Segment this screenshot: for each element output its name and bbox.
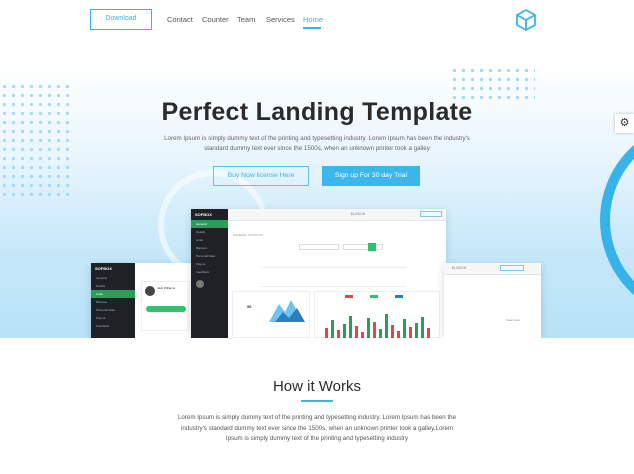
nav-active-indicator (303, 27, 321, 29)
avatar (145, 286, 155, 296)
mockup-bar (361, 332, 364, 338)
mockup-bar (403, 319, 406, 338)
mockup-bar (415, 323, 418, 338)
hero-subtitle-line2: standard dummy text ever since the 1500s… (204, 145, 430, 152)
mockup-menu-item: Personal Data (196, 254, 216, 258)
hero-title: Perfect Landing Template (161, 98, 473, 126)
mockup-bar (367, 318, 370, 338)
mockup-bar (355, 326, 358, 338)
mockup-bar (349, 316, 352, 338)
mockup-sidebar: SOFBOX General Details Links Banners Per… (91, 263, 135, 338)
mockup-amount: $1,000.00 (452, 266, 467, 270)
mockup-bars (319, 302, 437, 338)
section-description-line2: industry's standard dummy text ever sinc… (180, 424, 454, 432)
section-title: How it Works (272, 378, 362, 395)
cube-logo-icon[interactable] (514, 8, 538, 32)
dashboard-mockup-right: $1,000.00 View more (444, 263, 541, 338)
mockup-search-icon (368, 243, 376, 251)
nav-link-services[interactable]: Services (266, 15, 295, 24)
legend-free (370, 295, 378, 298)
hero-subtitle: Lorem Ipsum is simply dummy text of the … (160, 134, 474, 154)
nav-link-contact[interactable]: Contact (167, 15, 193, 24)
mockup-menu-item: General (96, 276, 107, 280)
mockup-topbar-button (500, 265, 524, 271)
dashboard-mockup-left: SOFBOX General Details Links Banners Per… (91, 263, 194, 338)
mockup-bar-chart-card (314, 291, 440, 338)
mockup-topbar-button (420, 211, 442, 217)
mockup-user-name: Jack Williams (157, 286, 176, 290)
buy-license-button[interactable]: Buy Now license Here (213, 166, 309, 186)
mockup-menu-item: Banners (96, 300, 108, 304)
section-title-underline (301, 400, 333, 402)
mockup-bar (379, 329, 382, 338)
mockup-stat-table (261, 267, 406, 287)
mockup-bar (385, 314, 388, 338)
mockup-section-label: GENERAL STATISTIC (233, 233, 263, 237)
mockup-user-card: Jack Williams (141, 281, 189, 331)
mockup-bar (337, 330, 340, 338)
section-description: Lorem Ipsum is simply dummy text of the … (176, 413, 458, 445)
mockup-menu-item: Personal Data (96, 308, 116, 312)
trial-signup-button[interactable]: Sign up For 30 day Trial (322, 166, 420, 186)
decorative-ring-right (600, 120, 634, 320)
mockup-sidebar: SOFBOX General Details Links Banners Per… (191, 209, 228, 338)
mockup-amount: $1,000.00 (351, 212, 366, 216)
hero-section: Perfect Landing Template Lorem Ipsum is … (0, 0, 634, 338)
mockup-bar (331, 320, 334, 338)
mockup-menu-item: Payout (96, 316, 106, 320)
mockup-menu-item: Details (96, 284, 106, 288)
mockup-bar (397, 331, 400, 338)
gear-icon[interactable]: ⚙ (615, 114, 634, 133)
mockup-menu-item: General (191, 220, 228, 228)
mockup-menu-item: Feedback (96, 324, 110, 328)
legend-other (395, 295, 403, 298)
mockup-menu-item: Links (196, 238, 204, 242)
mockup-date-to (343, 244, 383, 250)
mockup-date-from (299, 244, 339, 250)
mockup-stat-value: 96 (247, 304, 252, 309)
mockup-menu-item: Links (91, 290, 135, 298)
mockup-bar (373, 322, 376, 338)
nav-link-home[interactable]: Home (303, 15, 323, 24)
mockup-bar (343, 324, 346, 338)
mockup-menu-item: Details (196, 230, 206, 234)
dashboard-mockup-center: SOFBOX General Details Links Banners Per… (191, 209, 446, 338)
mockup-menu-item: Feedback (196, 270, 210, 274)
mockup-menu-item: Banners (196, 246, 208, 250)
mockup-area-chart (269, 300, 305, 322)
section-description-line1: Lorem Ipsum is simply dummy text of the … (177, 414, 457, 421)
mockup-bar (409, 327, 412, 338)
mockup-brand: SOFBOX (195, 212, 212, 217)
top-navigation: Download Contact Counter Team Services H… (0, 0, 634, 40)
download-button[interactable]: Download (90, 9, 152, 30)
mockup-green-button (146, 306, 186, 312)
mockup-bar (325, 328, 328, 338)
mockup-bar (391, 325, 394, 338)
mockup-bar (421, 317, 424, 338)
mockup-brand: SOFBOX (95, 266, 112, 271)
mockup-welcome-card: 96 (232, 291, 310, 338)
mockup-topbar: $1,000.00 (228, 209, 446, 221)
nav-link-team[interactable]: Team (237, 15, 255, 24)
mockup-topbar: $1,000.00 (444, 263, 541, 275)
mockup-bar (427, 328, 430, 338)
nav-link-counter[interactable]: Counter (202, 15, 229, 24)
section-description-line3: Ipsum is simply dummy text of the printi… (225, 435, 409, 442)
hero-subtitle-line1: Lorem Ipsum is simply dummy text of the … (164, 135, 470, 142)
legend-paid (345, 295, 353, 298)
mockup-menu-item: Payout (196, 262, 206, 266)
avatar (196, 280, 204, 288)
decorative-dots-right (450, 66, 535, 100)
mockup-view-more: View more (506, 318, 521, 322)
